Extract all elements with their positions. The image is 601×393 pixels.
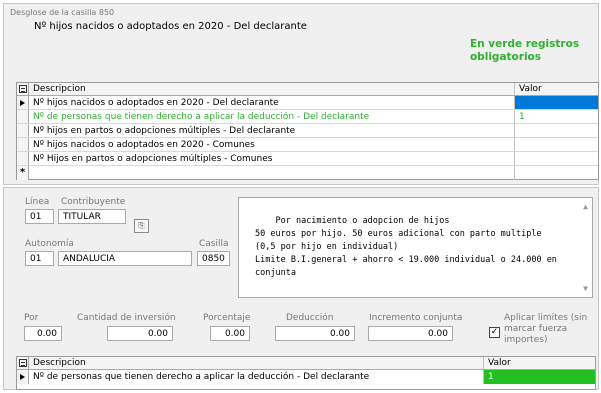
- cantidad-label: Cantidad de inversión: [77, 313, 176, 323]
- grid-header: Descripcion Valor: [17, 83, 598, 96]
- row-value-cell[interactable]: [515, 152, 598, 165]
- result-grid[interactable]: Descripcion Valor Nº de personas que tie…: [16, 356, 596, 390]
- table-row[interactable]: Nº hijos nacidos o adoptados en 2020 - C…: [17, 138, 598, 152]
- table-row[interactable]: Nº de personas que tienen derecho a apli…: [17, 370, 595, 384]
- deduccion-label: Deducción: [286, 313, 334, 323]
- row-value-cell[interactable]: [515, 138, 598, 151]
- row-selector[interactable]: [17, 110, 29, 123]
- casilla-detail-panel: Desglose de la casilla 850 Nº hijos naci…: [3, 3, 599, 185]
- aplicar-limites-checkbox[interactable]: ✓: [489, 327, 500, 338]
- linea-label: Línea: [25, 197, 50, 207]
- new-row-value[interactable]: [515, 166, 598, 180]
- new-row[interactable]: *: [17, 166, 598, 180]
- row-description[interactable]: Nº hijos nacidos o adoptados en 2020 - D…: [29, 96, 515, 109]
- porcentaje-label: Porcentaje: [203, 313, 251, 323]
- contribuyente-label: Contribuyente: [61, 197, 126, 207]
- row-selector[interactable]: [17, 138, 29, 151]
- scroll-up-icon[interactable]: ▲: [583, 200, 588, 213]
- aplicar-limites-label: Aplicar limites (sin marcar fuerza impor…: [504, 313, 588, 345]
- row-value-cell[interactable]: [515, 96, 598, 109]
- table-row[interactable]: Nº de personas que tienen derecho a apli…: [17, 110, 598, 124]
- new-row-description[interactable]: [29, 166, 515, 180]
- linea-field[interactable]: 01: [25, 209, 54, 224]
- casilla-field[interactable]: 0850: [197, 251, 230, 266]
- cantidad-inversion-field[interactable]: 0.00: [107, 326, 173, 341]
- required-fields-note: En verde registros obligatorios: [470, 38, 590, 64]
- scroll-down-icon[interactable]: ▼: [583, 282, 588, 295]
- column-header-descripcion[interactable]: Descripcion: [29, 83, 515, 95]
- table-row[interactable]: Nº Hijos en partos o adopciones múltiple…: [17, 152, 598, 166]
- deduction-form-panel: Línea Contribuyente 01 TITULAR ⎘ Autonom…: [3, 187, 599, 390]
- required-note-line2: obligatorios: [470, 51, 542, 63]
- casilla-label: Casilla: [199, 239, 229, 249]
- deduction-info-text[interactable]: Por nacimiento o adopcion de hijos 50 eu…: [238, 197, 593, 298]
- deduccion-field[interactable]: 0.00: [275, 326, 355, 341]
- grid-menu-icon[interactable]: [17, 83, 29, 95]
- result-grid-header: Descripcion Valor: [17, 357, 595, 370]
- current-row-arrow-icon: [17, 370, 29, 384]
- incremento-conjunta-field[interactable]: 0.00: [368, 326, 453, 341]
- porcentaje-field[interactable]: 0.00: [210, 326, 250, 341]
- column-header-valor[interactable]: Valor: [484, 357, 595, 369]
- row-selector[interactable]: [17, 124, 29, 137]
- autonomia-code-field[interactable]: 01: [25, 251, 54, 266]
- incremento-label: Incremento conjunta: [369, 313, 463, 323]
- info-text-content: Por nacimiento o adopcion de hijos 50 eu…: [255, 216, 557, 278]
- row-description[interactable]: Nº hijos nacidos o adoptados en 2020 - C…: [29, 138, 515, 151]
- result-grid-menu-icon[interactable]: [17, 357, 29, 369]
- required-note-line1: En verde registros: [470, 38, 580, 50]
- por-label: Por: [24, 313, 39, 323]
- new-row-marker: *: [17, 166, 29, 180]
- table-row[interactable]: Nº hijos nacidos o adoptados en 2020 - D…: [17, 96, 598, 110]
- current-row-arrow-icon: [17, 96, 29, 109]
- row-value-cell[interactable]: [515, 124, 598, 137]
- row-value-cell[interactable]: 1: [515, 110, 598, 123]
- row-description[interactable]: Nº de personas que tienen derecho a apli…: [29, 370, 484, 384]
- row-selector[interactable]: [17, 152, 29, 165]
- lookup-icon[interactable]: ⎘: [134, 219, 149, 233]
- contribuyente-field[interactable]: TITULAR: [58, 209, 126, 224]
- autonomia-name-field[interactable]: ANDALUCIA: [58, 251, 192, 266]
- table-row[interactable]: Nº hijos en partos o adopciones múltiple…: [17, 124, 598, 138]
- row-description[interactable]: Nº Hijos en partos o adopciones múltiple…: [29, 152, 515, 165]
- column-header-descripcion[interactable]: Descripcion: [29, 357, 484, 369]
- window-title: Desglose de la casilla 850: [10, 8, 115, 17]
- breakdown-grid[interactable]: Descripcion Valor Nº hijos nacidos o ado…: [16, 82, 599, 180]
- row-description[interactable]: Nº de personas que tienen derecho a apli…: [29, 110, 515, 123]
- row-description[interactable]: Nº hijos en partos o adopciones múltiple…: [29, 124, 515, 137]
- row-value-cell[interactable]: 1: [484, 370, 595, 384]
- autonomia-label: Autonomía: [25, 239, 74, 249]
- por-field[interactable]: 0.00: [24, 326, 62, 341]
- column-header-valor[interactable]: Valor: [515, 83, 598, 95]
- casilla-heading: Nº hijos nacidos o adoptados en 2020 - D…: [34, 21, 307, 32]
